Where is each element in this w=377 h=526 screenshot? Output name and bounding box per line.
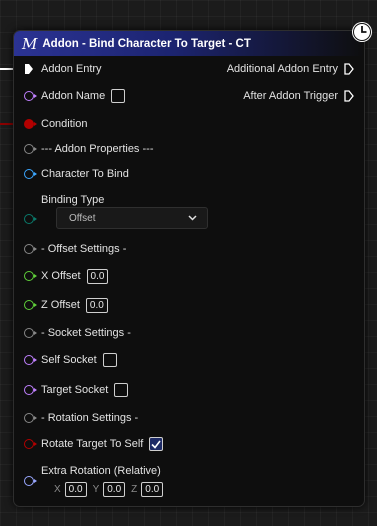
- pin-row-addon-properties[interactable]: --- Addon Properties ---: [24, 141, 153, 157]
- pin-row-binding-type: Binding Type: [24, 192, 104, 208]
- macro-icon: M: [22, 34, 38, 53]
- binding-type-value: Offset: [69, 212, 96, 224]
- pin-label-after-addon-trigger: After Addon Trigger: [243, 90, 338, 102]
- wildcard-pin-icon[interactable]: [24, 144, 37, 154]
- float-pin-icon[interactable]: [24, 300, 37, 310]
- binding-type-pin-row[interactable]: [24, 211, 41, 227]
- exec-out-pin-icon[interactable]: [344, 90, 354, 102]
- pin-label-target-socket: Target Socket: [41, 384, 109, 396]
- bool-pin-icon[interactable]: [24, 439, 37, 449]
- pin-row-x-offset[interactable]: X Offset 0.0: [24, 268, 109, 284]
- extra-rotation-x-label: X: [54, 483, 61, 495]
- pin-label-extra-rotation: Extra Rotation (Relative): [41, 465, 161, 477]
- extra-rotation-x-input[interactable]: 0.0: [64, 481, 87, 497]
- addon-name-field[interactable]: [111, 89, 126, 103]
- extra-rotation-z-label: Z: [131, 483, 138, 495]
- target-socket-field[interactable]: [114, 383, 129, 397]
- enum-pin-icon[interactable]: [24, 214, 37, 224]
- self-socket-field[interactable]: [102, 353, 117, 367]
- pin-row-rotate-target-to-self[interactable]: Rotate Target To Self: [24, 436, 164, 452]
- node-header[interactable]: M Addon - Bind Character To Target - CT: [14, 31, 364, 56]
- pin-row-extra-rotation[interactable]: [24, 473, 41, 489]
- pin-row-character-to-bind[interactable]: Character To Bind: [24, 166, 129, 182]
- pin-row-addon-name[interactable]: Addon Name: [24, 88, 126, 104]
- name-pin-icon[interactable]: [24, 355, 37, 365]
- pin-row-additional-addon-entry[interactable]: Additional Addon Entry: [227, 61, 354, 77]
- pin-label-condition: Condition: [41, 118, 88, 130]
- extra-rotation-z-input[interactable]: 0.0: [141, 481, 164, 497]
- pin-label-additional-addon-entry: Additional Addon Entry: [226, 63, 338, 75]
- z-offset-input[interactable]: 0.0: [85, 297, 108, 313]
- pin-label-binding-type: Binding Type: [41, 194, 105, 206]
- rotate-target-to-self-checkbox[interactable]: [149, 437, 164, 451]
- pin-row-socket-settings[interactable]: - Socket Settings -: [24, 325, 131, 341]
- extra-rotation-fields: X 0.0 Y 0.0 Z 0.0: [50, 481, 164, 497]
- pin-row-extra-rotation-label: Extra Rotation (Relative): [24, 463, 161, 479]
- pin-label-addon-entry: Addon Entry: [41, 63, 102, 75]
- pin-label-z-offset: Z Offset: [41, 299, 80, 311]
- macro-node[interactable]: M Addon - Bind Character To Target - CT …: [13, 30, 365, 507]
- pin-row-target-socket[interactable]: Target Socket: [24, 382, 129, 398]
- wildcard-pin-icon[interactable]: [24, 244, 37, 254]
- bool-pin-icon[interactable]: [24, 119, 37, 129]
- pin-row-self-socket[interactable]: Self Socket: [24, 352, 117, 368]
- name-pin-icon[interactable]: [24, 385, 37, 395]
- exec-out-pin-icon[interactable]: [344, 63, 354, 75]
- pin-row-z-offset[interactable]: Z Offset 0.0: [24, 297, 108, 313]
- pin-label-rotate-target-to-self: Rotate Target To Self: [41, 438, 144, 450]
- binding-type-dropdown[interactable]: Offset: [56, 207, 208, 229]
- pin-row-condition[interactable]: Condition: [24, 116, 87, 132]
- name-pin-icon[interactable]: [24, 91, 37, 101]
- pin-label-socket-settings: - Socket Settings -: [41, 327, 131, 339]
- clock-icon: [352, 22, 372, 42]
- pin-label-addon-name: Addon Name: [41, 90, 106, 102]
- pin-label-offset-settings: - Offset Settings -: [41, 243, 127, 255]
- pin-label-character-to-bind: Character To Bind: [41, 168, 129, 180]
- wildcard-pin-icon[interactable]: [24, 413, 37, 423]
- extra-rotation-y-label: Y: [92, 483, 100, 495]
- float-pin-icon[interactable]: [24, 271, 37, 281]
- chevron-down-icon: [188, 215, 197, 221]
- pin-label-addon-properties: --- Addon Properties ---: [41, 143, 154, 155]
- pin-label-self-socket: Self Socket: [41, 354, 97, 366]
- struct-pin-icon[interactable]: [24, 476, 37, 486]
- node-title: Addon - Bind Character To Target - CT: [42, 37, 251, 50]
- object-pin-icon[interactable]: [24, 169, 37, 179]
- checkmark-icon: [151, 440, 161, 449]
- wildcard-pin-icon[interactable]: [24, 328, 37, 338]
- pin-label-rotation-settings: - Rotation Settings -: [41, 412, 139, 424]
- pin-label-x-offset: X Offset: [41, 270, 81, 282]
- extra-rotation-y-input[interactable]: 0.0: [103, 481, 126, 497]
- x-offset-input[interactable]: 0.0: [86, 268, 109, 284]
- exec-pin-icon[interactable]: [24, 63, 34, 75]
- pin-row-rotation-settings[interactable]: - Rotation Settings -: [24, 410, 138, 426]
- pin-row-offset-settings[interactable]: - Offset Settings -: [24, 241, 126, 257]
- pin-row-addon-entry[interactable]: Addon Entry: [24, 61, 102, 77]
- pin-row-after-addon-trigger[interactable]: After Addon Trigger: [243, 88, 354, 104]
